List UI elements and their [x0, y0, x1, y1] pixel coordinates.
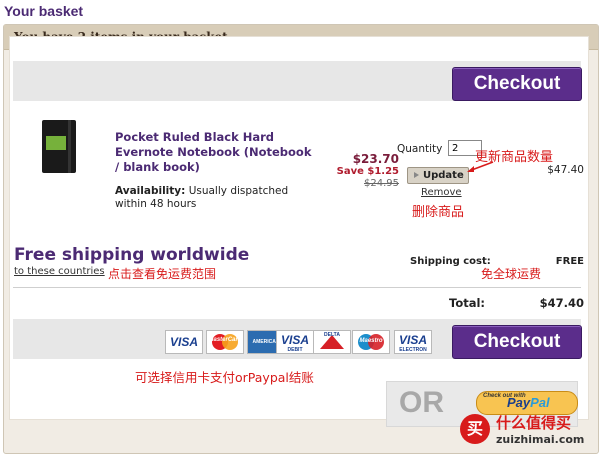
notebook-icon[interactable]	[42, 120, 76, 173]
visa-debit-card-icon: VISA DEBIT	[276, 330, 314, 354]
unit-price: $23.70	[352, 152, 399, 166]
maestro-card-label: Maestro	[359, 338, 383, 344]
visa-electron-card-icon: VISA ELECTRON	[394, 330, 432, 354]
watermark-badge-icon: 买	[460, 414, 490, 444]
total-label: Total:	[449, 296, 486, 310]
checkout-button-top[interactable]: Checkout	[452, 67, 582, 101]
or-text: OR	[399, 386, 444, 419]
product-availability: Availability: Usually dispatched within …	[115, 185, 315, 211]
quantity-label: Quantity	[397, 143, 443, 155]
visa-electron-sub: ELECTRON	[399, 347, 427, 353]
paypal-logo-pay: Pay	[507, 395, 531, 410]
product-title[interactable]: Pocket Ruled Black Hard Evernote Noteboo…	[115, 130, 315, 175]
shipping-countries-link[interactable]: to these countries	[14, 266, 105, 277]
annotation-delete: 删除商品	[412, 205, 465, 220]
play-arrow-icon	[414, 172, 419, 178]
free-shipping-headline: Free shipping worldwide	[14, 245, 250, 265]
annotation-update-quantity: 更新商品数量	[475, 150, 554, 165]
saving-text: Save $1.25	[336, 166, 399, 177]
delta-card-icon: DELTA	[313, 330, 351, 354]
notebook-band	[46, 136, 66, 150]
divider	[13, 287, 581, 288]
checkout-button-bottom[interactable]: Checkout	[452, 325, 582, 359]
delta-card-label: DELTA	[324, 332, 340, 338]
maestro-card-icon: Maestro	[352, 330, 390, 354]
update-label: Update	[423, 170, 464, 181]
mastercard-label: MasterCard	[208, 337, 242, 343]
visa-debit-sub: DEBIT	[287, 347, 303, 353]
watermark: 买 什么值得买 zuizhimai.com	[460, 410, 600, 454]
availability-label: Availability:	[115, 185, 186, 197]
visa-card-label: VISA	[169, 335, 198, 349]
annotation-payment-options: 可选择信用卡支付orPaypal结账	[135, 370, 314, 385]
annotation-free-shipping: 免全球运费	[481, 267, 542, 281]
shipping-cost-label: Shipping cost:	[410, 256, 491, 267]
page-title: Your basket	[4, 3, 84, 19]
line-total: $47.40	[547, 164, 584, 176]
visa-electron-label: VISA	[398, 333, 427, 347]
original-price: $24.95	[364, 178, 399, 189]
mastercard-icon: MasterCard	[206, 330, 244, 354]
annotation-shipping-range: 点击查看免运费范围	[108, 267, 217, 281]
update-button[interactable]: Update	[407, 167, 469, 184]
remove-link[interactable]: Remove	[421, 187, 462, 198]
notebook-strap	[68, 120, 71, 173]
paypal-logo-pal: Pal	[530, 395, 550, 410]
watermark-url: zuizhimai.com	[496, 433, 585, 446]
visa-card-icon: VISA	[165, 330, 203, 354]
visa-debit-label: VISA	[280, 333, 309, 347]
shipping-cost-value: FREE	[555, 256, 584, 267]
total-value: $47.40	[539, 296, 584, 310]
watermark-text: 什么值得买	[496, 414, 572, 432]
paypal-logo: PayPal	[507, 395, 550, 410]
